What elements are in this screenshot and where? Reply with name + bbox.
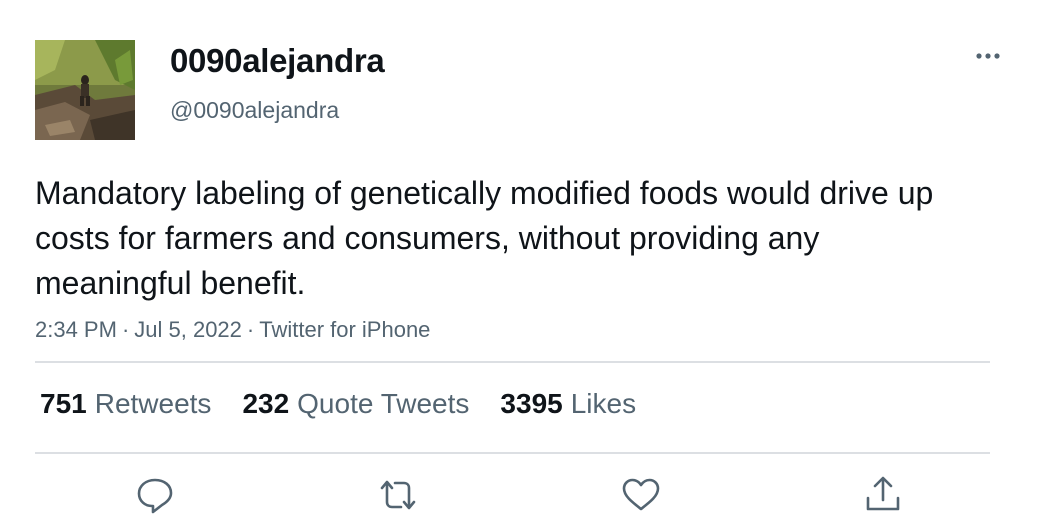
- reply-icon[interactable]: [134, 474, 176, 516]
- likes-count: 3395: [500, 388, 563, 419]
- likes-label: Likes: [570, 388, 637, 419]
- retweets-count: 751: [40, 388, 87, 419]
- avatar-photo: [35, 40, 135, 140]
- display-name[interactable]: 0090alejandra: [170, 42, 385, 80]
- tweet-card: 0090alejandra @0090alejandra Mandatory l…: [0, 0, 1050, 525]
- quote-tweets-count: 232: [242, 388, 290, 419]
- user-handle[interactable]: @0090alejandra: [170, 97, 339, 124]
- retweets-label: Retweets: [94, 388, 212, 419]
- divider: [35, 361, 990, 363]
- tweet-date[interactable]: Jul 5, 2022: [134, 317, 242, 342]
- avatar[interactable]: [35, 40, 135, 140]
- tweet-source[interactable]: Twitter for iPhone: [259, 317, 430, 342]
- tweet-text: Mandatory labeling of genetically modifi…: [35, 175, 934, 301]
- likes-stat[interactable]: 3395 Likes: [500, 388, 636, 420]
- tweet-stats: 751 Retweets 232 Quote Tweets 3395 Likes: [40, 388, 667, 420]
- tweet-meta: 2:34 PM · Jul 5, 2022 · Twitter for iPhone: [35, 317, 430, 343]
- quote-tweets-label: Quote Tweets: [297, 388, 470, 419]
- divider: [35, 452, 990, 454]
- tweet-time[interactable]: 2:34 PM: [35, 317, 117, 342]
- quote-tweets-stat[interactable]: 232 Quote Tweets: [242, 388, 469, 420]
- more-horizontal-icon[interactable]: [970, 44, 1006, 68]
- share-icon[interactable]: [862, 474, 904, 516]
- heart-icon[interactable]: [620, 474, 662, 516]
- retweets-stat[interactable]: 751 Retweets: [40, 388, 211, 420]
- meta-separator: ·: [121, 317, 130, 342]
- retweet-icon[interactable]: [377, 474, 419, 516]
- meta-separator: ·: [246, 317, 255, 342]
